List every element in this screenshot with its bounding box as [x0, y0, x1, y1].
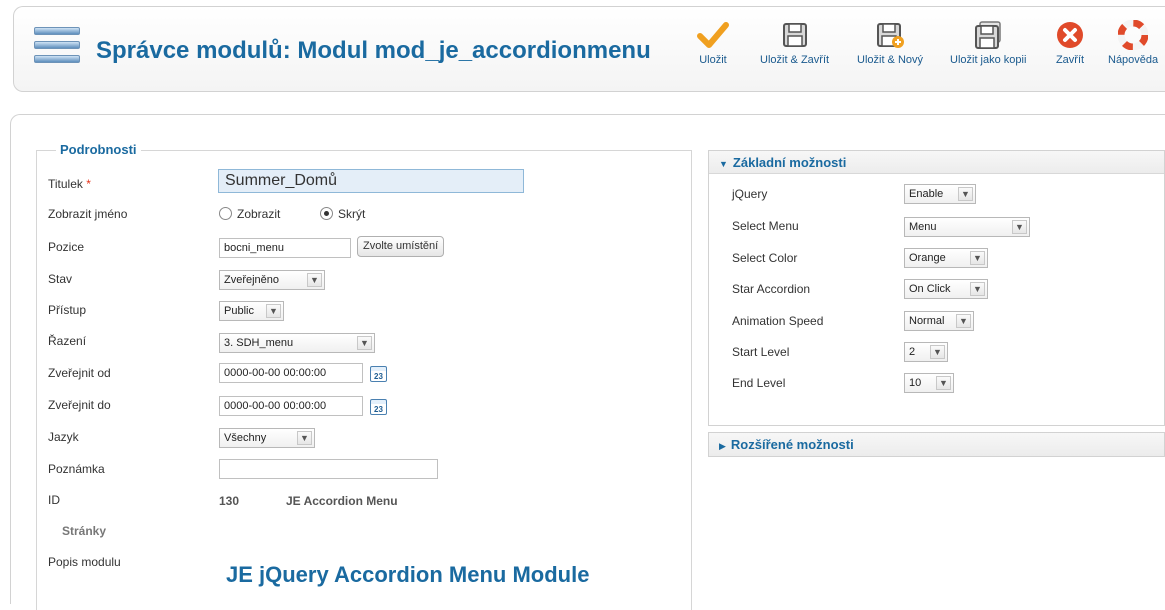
select-menu-label: Select Menu — [732, 219, 799, 233]
hide-radio[interactable] — [320, 207, 333, 220]
calendar-icon[interactable]: 23 — [370, 399, 387, 415]
access-label: Přístup — [48, 303, 87, 317]
star-value: On Click — [909, 283, 951, 295]
hide-option-label: Skrýt — [338, 207, 366, 221]
basic-options-title: Základní možnosti — [732, 155, 847, 170]
menu-value: Menu — [909, 221, 937, 233]
help-button[interactable]: Nápověda — [1108, 20, 1158, 66]
lifebuoy-help-icon — [1118, 20, 1149, 50]
expanded-triangle-icon: ▼ — [719, 159, 728, 169]
star-accordion-select[interactable]: On Click ▼ — [904, 279, 988, 299]
position-input[interactable]: bocni_menu — [219, 238, 351, 258]
language-select[interactable]: Všechny ▼ — [219, 428, 315, 448]
close-label: Zavřít — [1055, 54, 1085, 66]
chevron-down-icon: ▼ — [970, 251, 985, 265]
advanced-options-title: Rozšířené možnosti — [730, 437, 854, 452]
id-label: ID — [48, 493, 60, 507]
star-accordion-label: Star Accordion — [732, 282, 811, 296]
show-title-label: Zobrazit jméno — [48, 207, 128, 221]
jquery-value: Enable — [909, 188, 944, 200]
chevron-down-icon: ▼ — [936, 376, 951, 390]
chevron-down-icon: ▼ — [357, 336, 372, 350]
chevron-down-icon: ▼ — [956, 314, 971, 328]
language-label: Jazyk — [48, 430, 79, 444]
save-copy-button[interactable]: Uložit jako kopii — [950, 20, 1026, 66]
language-value: Všechny — [224, 432, 267, 444]
help-label: Nápověda — [1108, 54, 1159, 66]
title-input[interactable]: Summer_Domů — [218, 169, 524, 193]
details-legend: Podrobnosti — [56, 142, 141, 157]
save-label: Uložit — [699, 54, 727, 66]
end-level-select[interactable]: 10 ▼ — [904, 373, 954, 393]
end-level-label: End Level — [732, 376, 786, 390]
publish-down-label: Zveřejnit do — [48, 398, 111, 412]
publish-up-label: Zveřejnit od — [48, 366, 111, 380]
page-title: Správce modulů: Modul mod_je_accordionme… — [96, 37, 651, 64]
save-copy-icon — [975, 21, 1001, 49]
choose-position-button[interactable]: Zvolte umístění — [357, 236, 445, 257]
ordering-value: 3. SDH_menu — [224, 337, 294, 349]
calendar-icon[interactable]: 23 — [370, 366, 387, 382]
jquery-select[interactable]: Enable ▼ — [904, 184, 976, 204]
chevron-down-icon: ▼ — [970, 282, 985, 296]
note-label: Poznámka — [48, 462, 105, 476]
save-new-label: Uložit & Nový — [857, 54, 924, 66]
save-button[interactable]: Uložit — [696, 20, 730, 66]
chevron-down-icon: ▼ — [307, 273, 322, 287]
advanced-options-panel: ▶ Rozšířené možnosti — [708, 432, 1165, 457]
close-icon — [1057, 22, 1083, 48]
save-new-icon — [877, 23, 905, 48]
start-level-label: Start Level — [732, 345, 790, 359]
show-option-label: Zobrazit — [237, 207, 281, 221]
required-mark: * — [86, 177, 91, 191]
start-level-select[interactable]: 2 ▼ — [904, 342, 948, 362]
speed-value: Normal — [909, 315, 945, 327]
save-copy-label: Uložit jako kopii — [950, 54, 1027, 66]
collapsed-triangle-icon: ▶ — [719, 441, 726, 451]
module-name: JE Accordion Menu — [286, 494, 398, 508]
ordering-select[interactable]: 3. SDH_menu ▼ — [219, 333, 375, 353]
basic-options-header[interactable]: ▼ Základní možnosti — [709, 151, 1164, 174]
module-manager-logo-icon — [34, 27, 80, 69]
id-value: 130 — [219, 494, 240, 508]
close-button[interactable]: Zavřít — [1055, 20, 1085, 66]
description-label: Popis modulu — [48, 555, 121, 569]
access-value: Public — [224, 305, 254, 317]
animation-speed-select[interactable]: Normal ▼ — [904, 311, 974, 331]
note-input[interactable] — [219, 459, 438, 479]
select-menu-select[interactable]: Menu ▼ — [904, 217, 1030, 237]
animation-speed-label: Animation Speed — [732, 314, 824, 328]
title-label: Titulek * — [48, 177, 91, 191]
title-label-text: Titulek — [48, 177, 83, 191]
advanced-options-header[interactable]: ▶ Rozšířené možnosti — [709, 433, 1164, 456]
save-icon — [782, 23, 807, 47]
checkmark-icon — [697, 22, 729, 48]
end-level-value: 10 — [909, 377, 922, 389]
color-value: Orange — [909, 252, 946, 264]
select-color-select[interactable]: Orange ▼ — [904, 248, 988, 268]
chevron-down-icon: ▼ — [297, 431, 312, 445]
access-select[interactable]: Public ▼ — [219, 301, 284, 321]
save-close-button[interactable]: Uložit & Zavřít — [760, 20, 829, 66]
state-select[interactable]: Zveřejněno ▼ — [219, 270, 325, 290]
state-value: Zveřejněno — [224, 274, 280, 286]
chevron-down-icon: ▼ — [266, 304, 281, 318]
description-heading: JE jQuery Accordion Menu Module — [226, 562, 590, 587]
save-close-label: Uložit & Zavřít — [760, 54, 830, 66]
publish-down-input[interactable]: 0000-00-00 00:00:00 — [219, 396, 363, 416]
save-new-button[interactable]: Uložit & Nový — [857, 20, 923, 66]
chevron-down-icon: ▼ — [1012, 220, 1027, 234]
state-label: Stav — [48, 272, 73, 286]
jquery-label: jQuery — [732, 187, 768, 201]
ordering-label: Řazení — [48, 334, 87, 348]
publish-up-input[interactable]: 0000-00-00 00:00:00 — [219, 363, 363, 383]
pages-label: Stránky — [62, 524, 107, 538]
position-label: Pozice — [48, 240, 85, 254]
chevron-down-icon: ▼ — [958, 187, 973, 201]
chevron-down-icon: ▼ — [930, 345, 945, 359]
show-radio[interactable] — [219, 207, 232, 220]
start-level-value: 2 — [909, 346, 916, 358]
select-color-label: Select Color — [732, 251, 798, 265]
